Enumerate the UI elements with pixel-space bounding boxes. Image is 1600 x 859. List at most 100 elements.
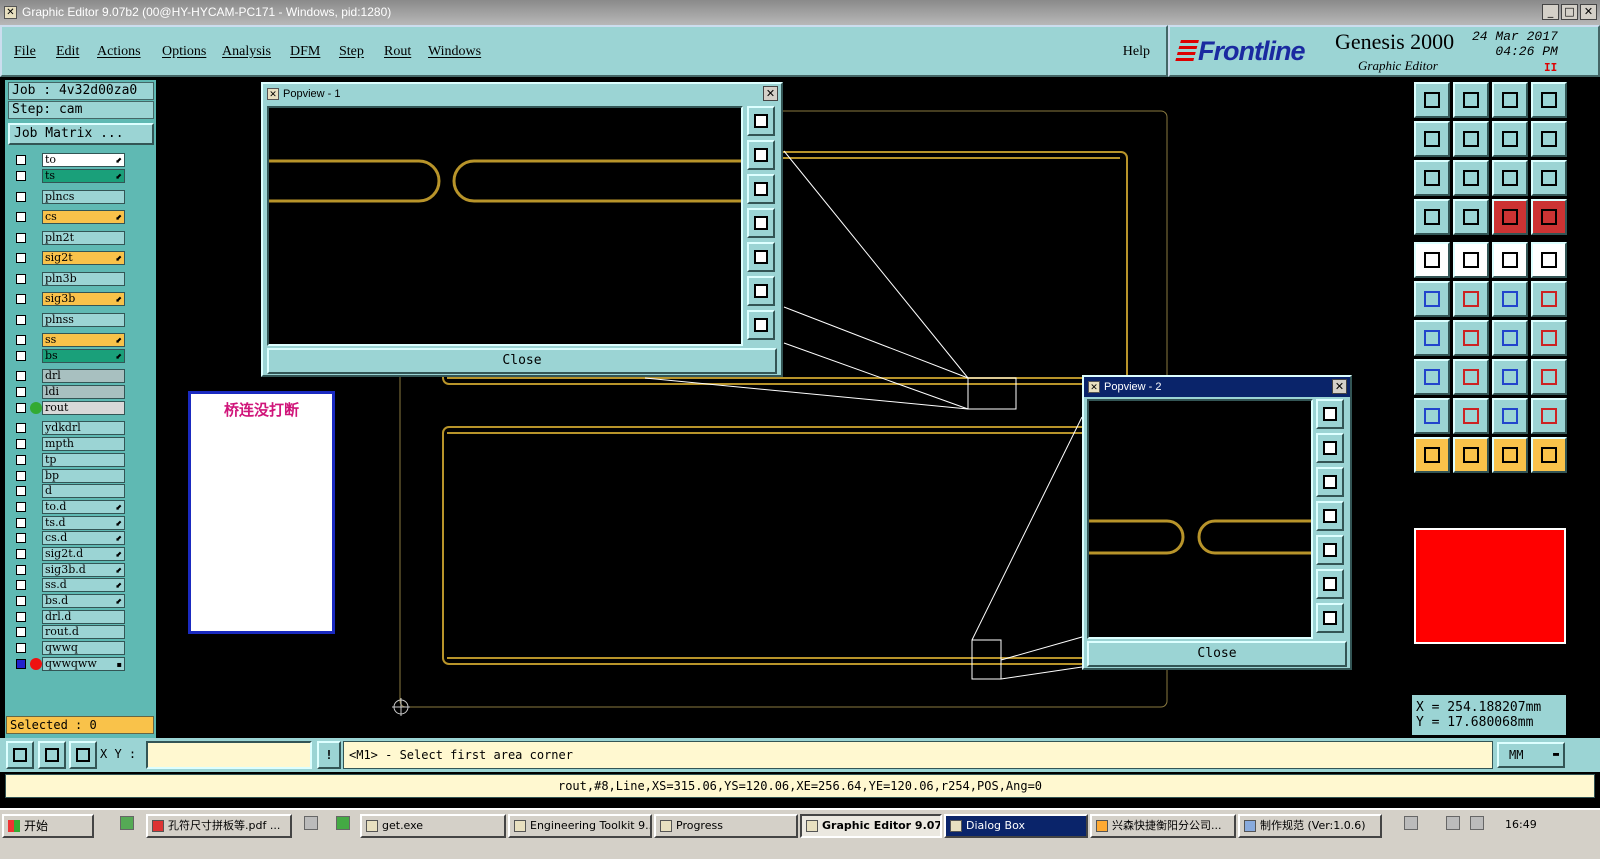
popview-2-pan-left-button[interactable] (1316, 501, 1344, 531)
popview-2-canvas[interactable] (1087, 399, 1313, 639)
pan-left-tool[interactable] (1414, 121, 1450, 157)
layer-row[interactable]: drl (10, 369, 128, 383)
layer-row[interactable]: rout.d (10, 625, 128, 639)
layer-checkbox[interactable] (16, 212, 26, 222)
layer-name[interactable]: d (42, 484, 125, 498)
add-pad-tool[interactable] (1414, 359, 1450, 395)
layer-checkbox[interactable] (16, 565, 26, 575)
popview-1-pan-up-button[interactable] (747, 140, 775, 170)
popview-1-zoom-button[interactable] (747, 106, 775, 136)
layer-row[interactable]: plncs (10, 190, 128, 204)
layer-row[interactable]: bs.d ⬋ (10, 594, 128, 608)
rotate-tool[interactable] (1492, 320, 1528, 356)
a-tool[interactable] (1492, 398, 1528, 434)
task-company[interactable]: 兴森快捷衡阳分公司... (1090, 814, 1236, 838)
layer-name[interactable]: plnss (42, 313, 125, 327)
measure-button[interactable] (38, 741, 66, 769)
home-tool[interactable] (1492, 82, 1528, 118)
layer-name[interactable]: tp (42, 453, 125, 467)
layer-row[interactable]: ts ⬋ (10, 169, 128, 183)
a-alt-tool[interactable] (1531, 398, 1567, 434)
measure-tool[interactable] (1414, 199, 1450, 235)
layer-row[interactable]: drl.d (10, 610, 128, 624)
resize-tool[interactable] (1492, 359, 1528, 395)
start-button[interactable]: 开始 (2, 814, 94, 838)
popview-2-close-icon[interactable]: ✕ (1332, 379, 1347, 394)
popview-1-pan-down-button[interactable] (747, 174, 775, 204)
layer-checkbox[interactable] (16, 155, 26, 165)
task-get-exe[interactable]: get.exe (360, 814, 506, 838)
layer-checkbox[interactable] (16, 371, 26, 381)
layer-name[interactable]: drl (42, 369, 125, 383)
ruler-tool[interactable] (1492, 242, 1528, 278)
layer-name[interactable]: sig2t.d ⬋ (42, 547, 125, 561)
layer-checkbox[interactable] (16, 627, 26, 637)
layer-checkbox[interactable] (16, 315, 26, 325)
delete-tool[interactable] (1453, 281, 1489, 317)
layer-row[interactable]: tp (10, 453, 128, 467)
layer-row[interactable]: ss ⬋ (10, 333, 128, 347)
connect-tool[interactable] (1414, 281, 1450, 317)
popview-2-pan-up-button[interactable] (1316, 433, 1344, 463)
layer-checkbox[interactable] (16, 335, 26, 345)
layer-row[interactable]: rout (10, 401, 128, 415)
layer-checkbox[interactable] (16, 612, 26, 622)
path-tool[interactable] (1531, 437, 1567, 473)
layer-checkbox[interactable] (16, 596, 26, 606)
layer-checkbox[interactable] (16, 580, 26, 590)
units-selector[interactable]: MM ▬ (1497, 742, 1565, 768)
fit-tool[interactable] (1414, 160, 1450, 196)
pad-tool[interactable] (1414, 242, 1450, 278)
popview-1-zoom-out-button[interactable] (747, 310, 775, 340)
popview-2-zoom-out-button[interactable] (1316, 603, 1344, 633)
layer-checkbox[interactable] (16, 643, 26, 653)
layer-name[interactable]: to.d ⬋ (42, 500, 125, 514)
layer-name[interactable]: pln3b (42, 272, 125, 286)
task-engineering-toolkit[interactable]: Engineering Toolkit 9.... (508, 814, 652, 838)
layer-name[interactable]: ldi (42, 385, 125, 399)
layer-row[interactable]: qwwqww ▪ (10, 657, 128, 671)
page-down-tool[interactable] (1453, 82, 1489, 118)
arc-tool[interactable] (1453, 320, 1489, 356)
layer-name[interactable]: ts.d ⬋ (42, 516, 125, 530)
popview-1-close-button[interactable]: Close (267, 348, 777, 374)
drc-tool[interactable] (1492, 199, 1528, 235)
layer-row[interactable]: mpth (10, 437, 128, 451)
cut-tool[interactable] (1453, 359, 1489, 395)
group-tool[interactable] (1531, 359, 1567, 395)
popview-1-pan-right-button[interactable] (747, 242, 775, 272)
triangle-tool[interactable] (1414, 398, 1450, 434)
layer-name[interactable]: pln2t (42, 231, 125, 245)
layer-name[interactable]: ss ⬋ (42, 333, 125, 347)
layer-row[interactable]: to ⬋ (10, 153, 128, 167)
popview-2-pan-down-button[interactable] (1316, 467, 1344, 497)
layer-row[interactable]: d (10, 484, 128, 498)
layer-row[interactable]: pln2t (10, 231, 128, 245)
popview-1-close-icon[interactable]: ✕ (763, 86, 778, 101)
layer-checkbox[interactable] (16, 233, 26, 243)
layer-row[interactable]: ydkdrl (10, 421, 128, 435)
layer-checkbox[interactable] (16, 387, 26, 397)
layer-name[interactable]: bs ⬋ (42, 349, 125, 363)
layer-checkbox[interactable] (16, 274, 26, 284)
layer-row[interactable]: qwwq (10, 641, 128, 655)
layer-name[interactable]: bs.d ⬋ (42, 594, 125, 608)
layer-checkbox[interactable] (16, 439, 26, 449)
popview-2-zoom-button[interactable] (1316, 399, 1344, 429)
layer-row[interactable]: pln3b (10, 272, 128, 286)
layer-name[interactable]: rout.d (42, 625, 125, 639)
zoom-home-tool[interactable] (1492, 121, 1528, 157)
layer-checkbox[interactable] (16, 659, 26, 669)
redraw-tool[interactable] (1531, 121, 1567, 157)
line-tool[interactable] (1414, 320, 1450, 356)
layer-checkbox[interactable] (16, 294, 26, 304)
copy-tool[interactable] (1531, 281, 1567, 317)
netlist-tool[interactable] (1531, 199, 1567, 235)
layer-row[interactable]: to.d ⬋ (10, 500, 128, 514)
cursor-move-tool[interactable] (1492, 437, 1528, 473)
layer-name[interactable]: to ⬋ (42, 153, 125, 167)
popview-1-pan-left-button[interactable] (747, 208, 775, 238)
layer-checkbox[interactable] (16, 502, 26, 512)
tray-icon-2[interactable] (1446, 816, 1460, 830)
grid-button[interactable] (69, 741, 97, 769)
